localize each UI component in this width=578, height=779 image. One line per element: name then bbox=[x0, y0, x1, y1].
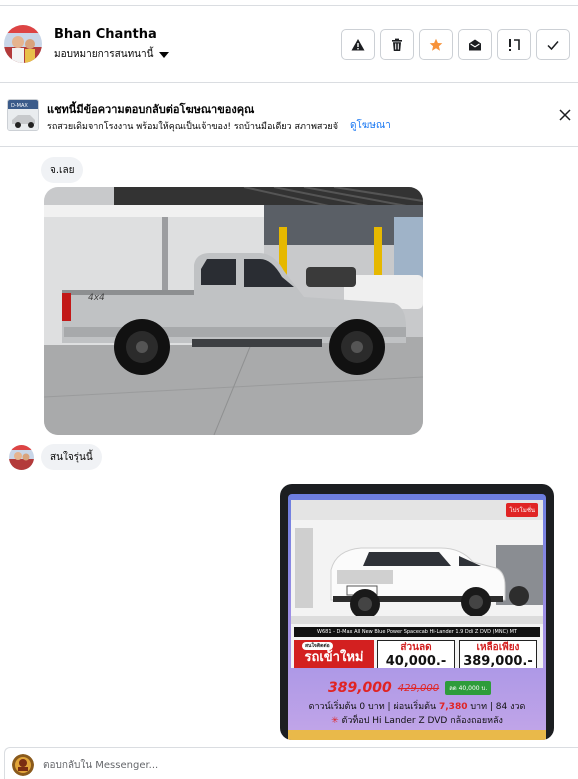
promo-finance-monthly: 7,380 bbox=[439, 702, 468, 712]
mark-done-button[interactable] bbox=[536, 29, 570, 60]
promo-remaining-value: 389,000.- bbox=[463, 654, 533, 668]
conversation-header: Bhan Chantha มอบหมายการสนทนานี้ bbox=[0, 6, 578, 83]
check-icon bbox=[547, 40, 559, 50]
promo-price-now: 389,000 bbox=[328, 680, 392, 696]
envelope-open-icon bbox=[469, 39, 481, 50]
avatar[interactable] bbox=[4, 25, 42, 63]
trash-icon bbox=[392, 38, 402, 51]
delete-button[interactable] bbox=[380, 29, 414, 60]
promo-finance-line: ดาวน์เริ่มต้น 0 บาท | ผ่อนเริ่มต้น 7,380… bbox=[288, 699, 546, 713]
promo-discount-value: 40,000.- bbox=[385, 654, 447, 668]
promo-model-bar: W681 - D-Max All New Blue Power Spacecab… bbox=[294, 627, 540, 637]
promo-price-row: 389,000 429,000 ลด 40,000 บ. bbox=[328, 680, 492, 696]
promo-new-car-label: สนใจติดต่อ รถเข้าใหม่ bbox=[294, 640, 374, 668]
message-text: จ.เลย bbox=[50, 164, 75, 176]
ad-thumb-text: D-MAX bbox=[11, 103, 28, 109]
message-photo[interactable]: 4x4 bbox=[44, 187, 423, 435]
follow-up-button[interactable] bbox=[497, 29, 531, 60]
message-bubble: จ.เลย bbox=[41, 157, 84, 183]
star-button[interactable] bbox=[419, 29, 453, 60]
promo-save-tag: ลด 40,000 บ. bbox=[445, 681, 492, 695]
promo-price-old: 429,000 bbox=[397, 682, 440, 694]
reply-composer bbox=[4, 747, 578, 779]
assign-label: มอบหมายการสนทนานี้ bbox=[54, 49, 154, 60]
view-ad-link[interactable]: ดูโฆษณา bbox=[350, 118, 391, 133]
promo-discount-label: ส่วนลด bbox=[400, 642, 432, 653]
ad-thumbnail[interactable]: D-MAX bbox=[7, 99, 39, 131]
report-spam-button[interactable] bbox=[341, 29, 375, 60]
promo-bottom-band bbox=[288, 730, 546, 740]
assign-conversation-dropdown[interactable]: มอบหมายการสนทนานี้ bbox=[54, 47, 170, 62]
page-avatar bbox=[12, 754, 34, 776]
promo-discount-box: ส่วนลด 40,000.- bbox=[377, 640, 455, 668]
contact-name[interactable]: Bhan Chantha bbox=[54, 27, 157, 42]
caret-down-icon bbox=[159, 51, 170, 58]
promo-feature-text: ตัวท็อป Hi Lander Z DVD กล้องถอยหลัง bbox=[338, 716, 503, 726]
header-actions bbox=[341, 29, 570, 60]
exclamation-icon bbox=[509, 38, 520, 51]
promo-finance-post: บาท | 84 งวด bbox=[467, 702, 526, 712]
promo-feature-line: ✳ ตัวท็อป Hi Lander Z DVD กล้องถอยหลัง bbox=[288, 713, 546, 727]
warning-icon bbox=[351, 38, 365, 50]
mark-unread-button[interactable] bbox=[458, 29, 492, 60]
promo-poster: โปรโมชั่น W681 - D-Max All New Blue Powe… bbox=[288, 494, 546, 740]
ad-reply-banner: D-MAX แชทนี้มีข้อความตอบกลับต่อโฆษณาของค… bbox=[0, 84, 578, 147]
sender-avatar[interactable] bbox=[9, 445, 34, 470]
close-icon[interactable] bbox=[558, 108, 572, 122]
asterisk-icon: ✳ bbox=[331, 716, 339, 726]
message-text: สนใจรุ่นนี้ bbox=[50, 451, 93, 463]
promo-car-photo: โปรโมชั่น W681 - D-Max All New Blue Powe… bbox=[291, 500, 543, 668]
promo-remaining-box: เหลือเพียง 389,000.- bbox=[459, 640, 537, 668]
promo-finance-pre: ดาวน์เริ่มต้น 0 บาท | ผ่อนเริ่มต้น bbox=[308, 702, 439, 712]
star-icon bbox=[429, 38, 443, 51]
message-bubble: สนใจรุ่นนี้ bbox=[41, 444, 102, 470]
promo-remaining-label: เหลือเพียง bbox=[476, 642, 520, 653]
promo-badge: โปรโมชั่น bbox=[506, 503, 538, 517]
svg-text:4x4: 4x4 bbox=[88, 293, 105, 303]
ad-banner-description: รถสวยเดิมจากโรงงาน พร้อมให้คุณเป็นเจ้าขอ… bbox=[47, 122, 338, 132]
promo-new-car-tag: สนใจติดต่อ bbox=[302, 642, 333, 650]
ad-banner-title: แชทนี้มีข้อความตอบกลับต่อโฆษณาของคุณ bbox=[47, 103, 255, 116]
outgoing-promo-image[interactable]: โปรโมชั่น W681 - D-Max All New Blue Powe… bbox=[280, 484, 554, 740]
reply-input[interactable] bbox=[43, 756, 543, 774]
